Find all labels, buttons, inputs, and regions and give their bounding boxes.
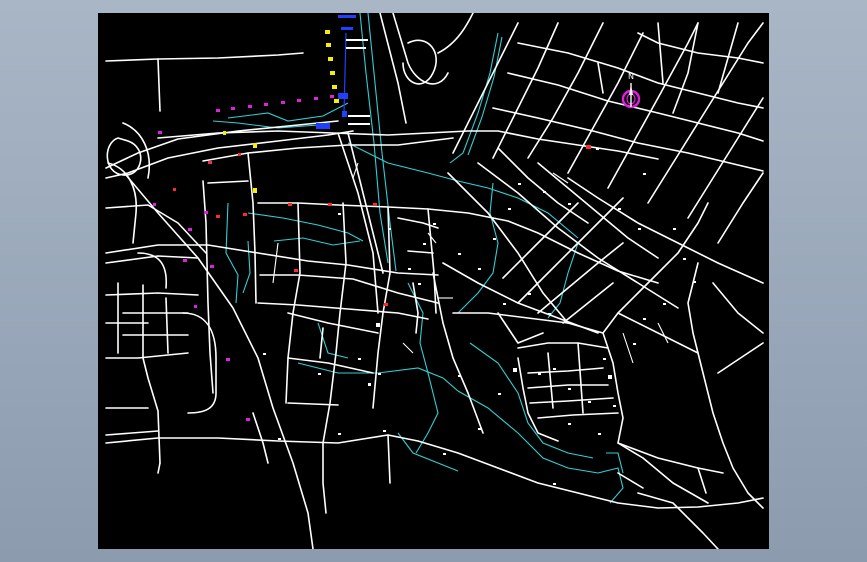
map-annotation-dots [263, 148, 696, 485]
north-arrow-icon: N [621, 72, 641, 109]
road-network [105, 13, 764, 549]
magenta-markers [153, 95, 334, 421]
city-road-network-map: N [105, 13, 764, 549]
cad-map-canvas[interactable]: N [98, 13, 769, 549]
north-label: N [628, 72, 634, 81]
route-legend-markers [223, 15, 370, 193]
